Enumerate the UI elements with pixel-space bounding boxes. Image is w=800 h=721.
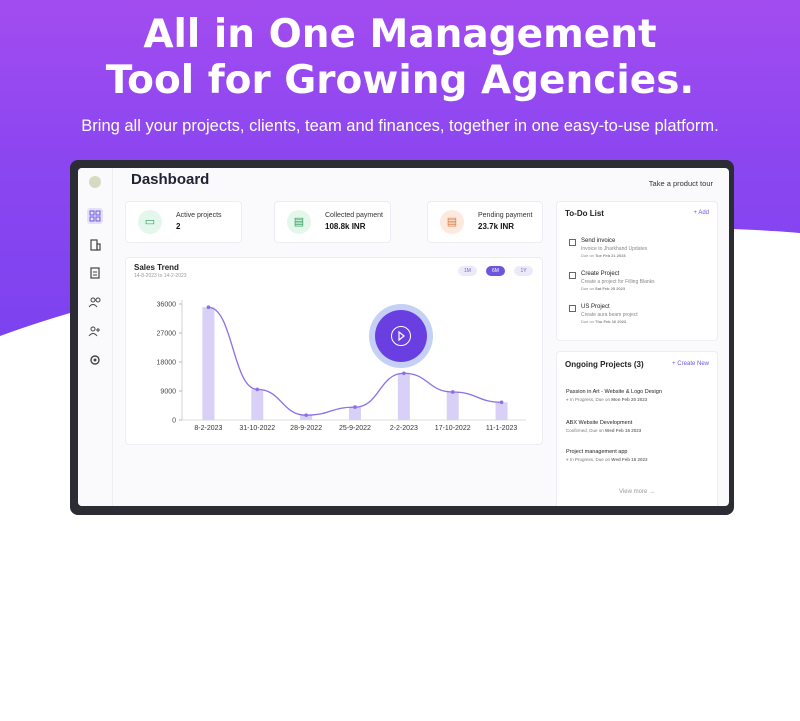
ongoing-projects-card: Ongoing Projects (3) + Create New Passio… [556,351,718,506]
todo-item-desc: Invoice to Jharkhand Updates [581,246,648,252]
chart-bar[interactable] [202,307,215,420]
stat-card-active-projects[interactable]: ▭ Active projects 2 [125,201,242,243]
stat-card-collected-payment[interactable]: ▤ Collected payment 108.8k INR [274,201,391,243]
todo-item-desc: Create a project for Filling Blanks [581,279,655,285]
project-item[interactable]: ABX Website Development Confirmed, Due o… [566,420,641,433]
layout-icon: ▭ [138,210,162,234]
stat-value: 2 [176,222,181,231]
stat-value: 108.8k INR [325,222,366,231]
project-status-text: Confirmed, Due on [566,428,604,433]
stat-label: Pending payment [478,212,533,219]
play-button-inner [375,310,427,362]
stat-value: 23.7k INR [478,222,515,231]
todo-due-date: Sat Feb 25 2023 [595,286,626,291]
status-dot-icon: ● [566,397,569,402]
todo-item-desc: Create aura beam project [581,312,638,318]
y-tick-label: 0 [172,418,176,425]
chart-bar[interactable] [446,391,459,420]
chart-point[interactable] [206,305,211,310]
sales-trend-card: Sales Trend 14-8-2023 to 14-2-2023 1M 6M… [125,257,543,445]
chart-point[interactable] [304,413,308,417]
y-tick-label: 27000 [157,331,177,338]
hero-title: All in One Management Tool for Growing A… [0,12,800,104]
project-status: ● In Progress, Due on Mon Feb 20 2023 [566,397,662,402]
chart-point[interactable] [255,387,260,392]
chart-bar[interactable] [349,407,361,420]
todo-title: To-Do List [565,209,604,218]
sidebar [78,168,113,506]
product-tour-link[interactable]: Take a product tour [649,179,713,188]
project-status-text: In Progress, Due on [569,397,611,402]
project-due: Mon Feb 20 2023 [611,397,648,402]
chart-bar[interactable] [397,373,410,420]
project-name: ABX Website Development [566,420,633,426]
video-play-button[interactable] [369,304,433,368]
project-name: Project management app [566,449,628,455]
sales-chart: 36000 27000 18000 9000 0 8-2-2023 31-10-2022 28… [157,300,526,432]
x-tick-label: 31-10-2022 [239,425,275,432]
todo-item-due: Due on Thu Feb 16 2023 [581,319,626,324]
todo-due-date: Tue Feb 21 2023 [595,253,626,258]
card-icon: ▤ [287,210,311,234]
y-tick-label: 36000 [157,302,177,309]
project-status-text: In Progress, Due on [569,457,611,462]
grid-icon[interactable] [87,208,103,224]
users-icon[interactable] [88,295,102,309]
todo-checkbox[interactable] [569,272,576,279]
logo[interactable] [89,176,101,188]
projects-title: Ongoing Projects (3) [565,360,644,369]
settings-icon[interactable] [88,353,102,367]
hero-subtitle: Bring all your projects, clients, team a… [81,117,719,135]
project-name: Passion in Art - Website & Logo Design [566,389,662,395]
create-project-button[interactable]: + Create New [672,361,709,367]
hero-title-line2: Tool for Growing Agencies. [105,58,695,103]
page-title: Dashboard [131,171,210,188]
y-tick-label: 18000 [157,360,177,367]
y-tick-label: 9000 [160,389,176,396]
chart-point[interactable] [450,390,455,394]
chart-bar[interactable] [251,389,264,420]
project-status: ● In Progress, Due on Wed Feb 15 2023 [566,457,647,462]
todo-item-title: Send invoice [581,238,616,244]
project-due: Wed Feb 15 2023 [605,428,642,433]
todo-checkbox[interactable] [569,239,576,246]
todo-add-button[interactable]: + Add [693,210,709,216]
x-tick-label: 28-9-2022 [290,425,322,432]
todo-item-title: Create Project [581,271,620,277]
todo-due-label: Due on [581,319,594,324]
project-due: Wed Feb 15 2023 [611,457,648,462]
stat-label: Collected payment [325,212,383,219]
chart-bar[interactable] [495,402,508,420]
todo-item-due: Due on Tue Feb 21 2023 [581,253,626,258]
status-dot-icon: ● [566,457,569,462]
todo-item-title: US Project [581,304,610,310]
todo-card: To-Do List + Add Send invoice Invoice to… [556,201,718,341]
hero-title-line1: All in One Management [143,12,657,57]
project-item[interactable]: Project management app ● In Progress, Du… [566,449,647,462]
x-tick-label: 25-9-2022 [339,425,371,432]
x-tick-label: 8-2-2023 [194,425,222,432]
chart-point[interactable] [499,400,504,405]
project-item[interactable]: Passion in Art - Website & Logo Design ●… [566,389,662,402]
todo-due-label: Due on [581,253,594,258]
x-tick-label: 17-10-2022 [435,425,471,432]
dashboard-app: Dashboard Take a product tour ▭ Active p… [78,168,729,506]
user-plus-icon[interactable] [88,324,102,338]
stat-card-pending-payment[interactable]: ▤ Pending payment 23.7k INR [427,201,543,243]
chart-point[interactable] [353,405,357,409]
document-icon[interactable] [88,266,102,280]
project-status: Confirmed, Due on Wed Feb 15 2023 [566,428,641,433]
todo-due-label: Due on [581,286,594,291]
view-more-link[interactable]: View more → [557,489,717,495]
card-icon: ▤ [440,210,464,234]
x-tick-label: 2-2-2023 [390,425,418,432]
chart-point[interactable] [402,371,406,376]
stat-label: Active projects [176,212,222,219]
todo-item-due: Due on Sat Feb 25 2023 [581,286,625,291]
todo-due-date: Thu Feb 16 2023 [595,319,627,324]
todo-checkbox[interactable] [569,305,576,312]
building-icon[interactable] [88,238,102,252]
play-icon [391,326,411,346]
x-tick-label: 11-1-2023 [486,425,518,432]
